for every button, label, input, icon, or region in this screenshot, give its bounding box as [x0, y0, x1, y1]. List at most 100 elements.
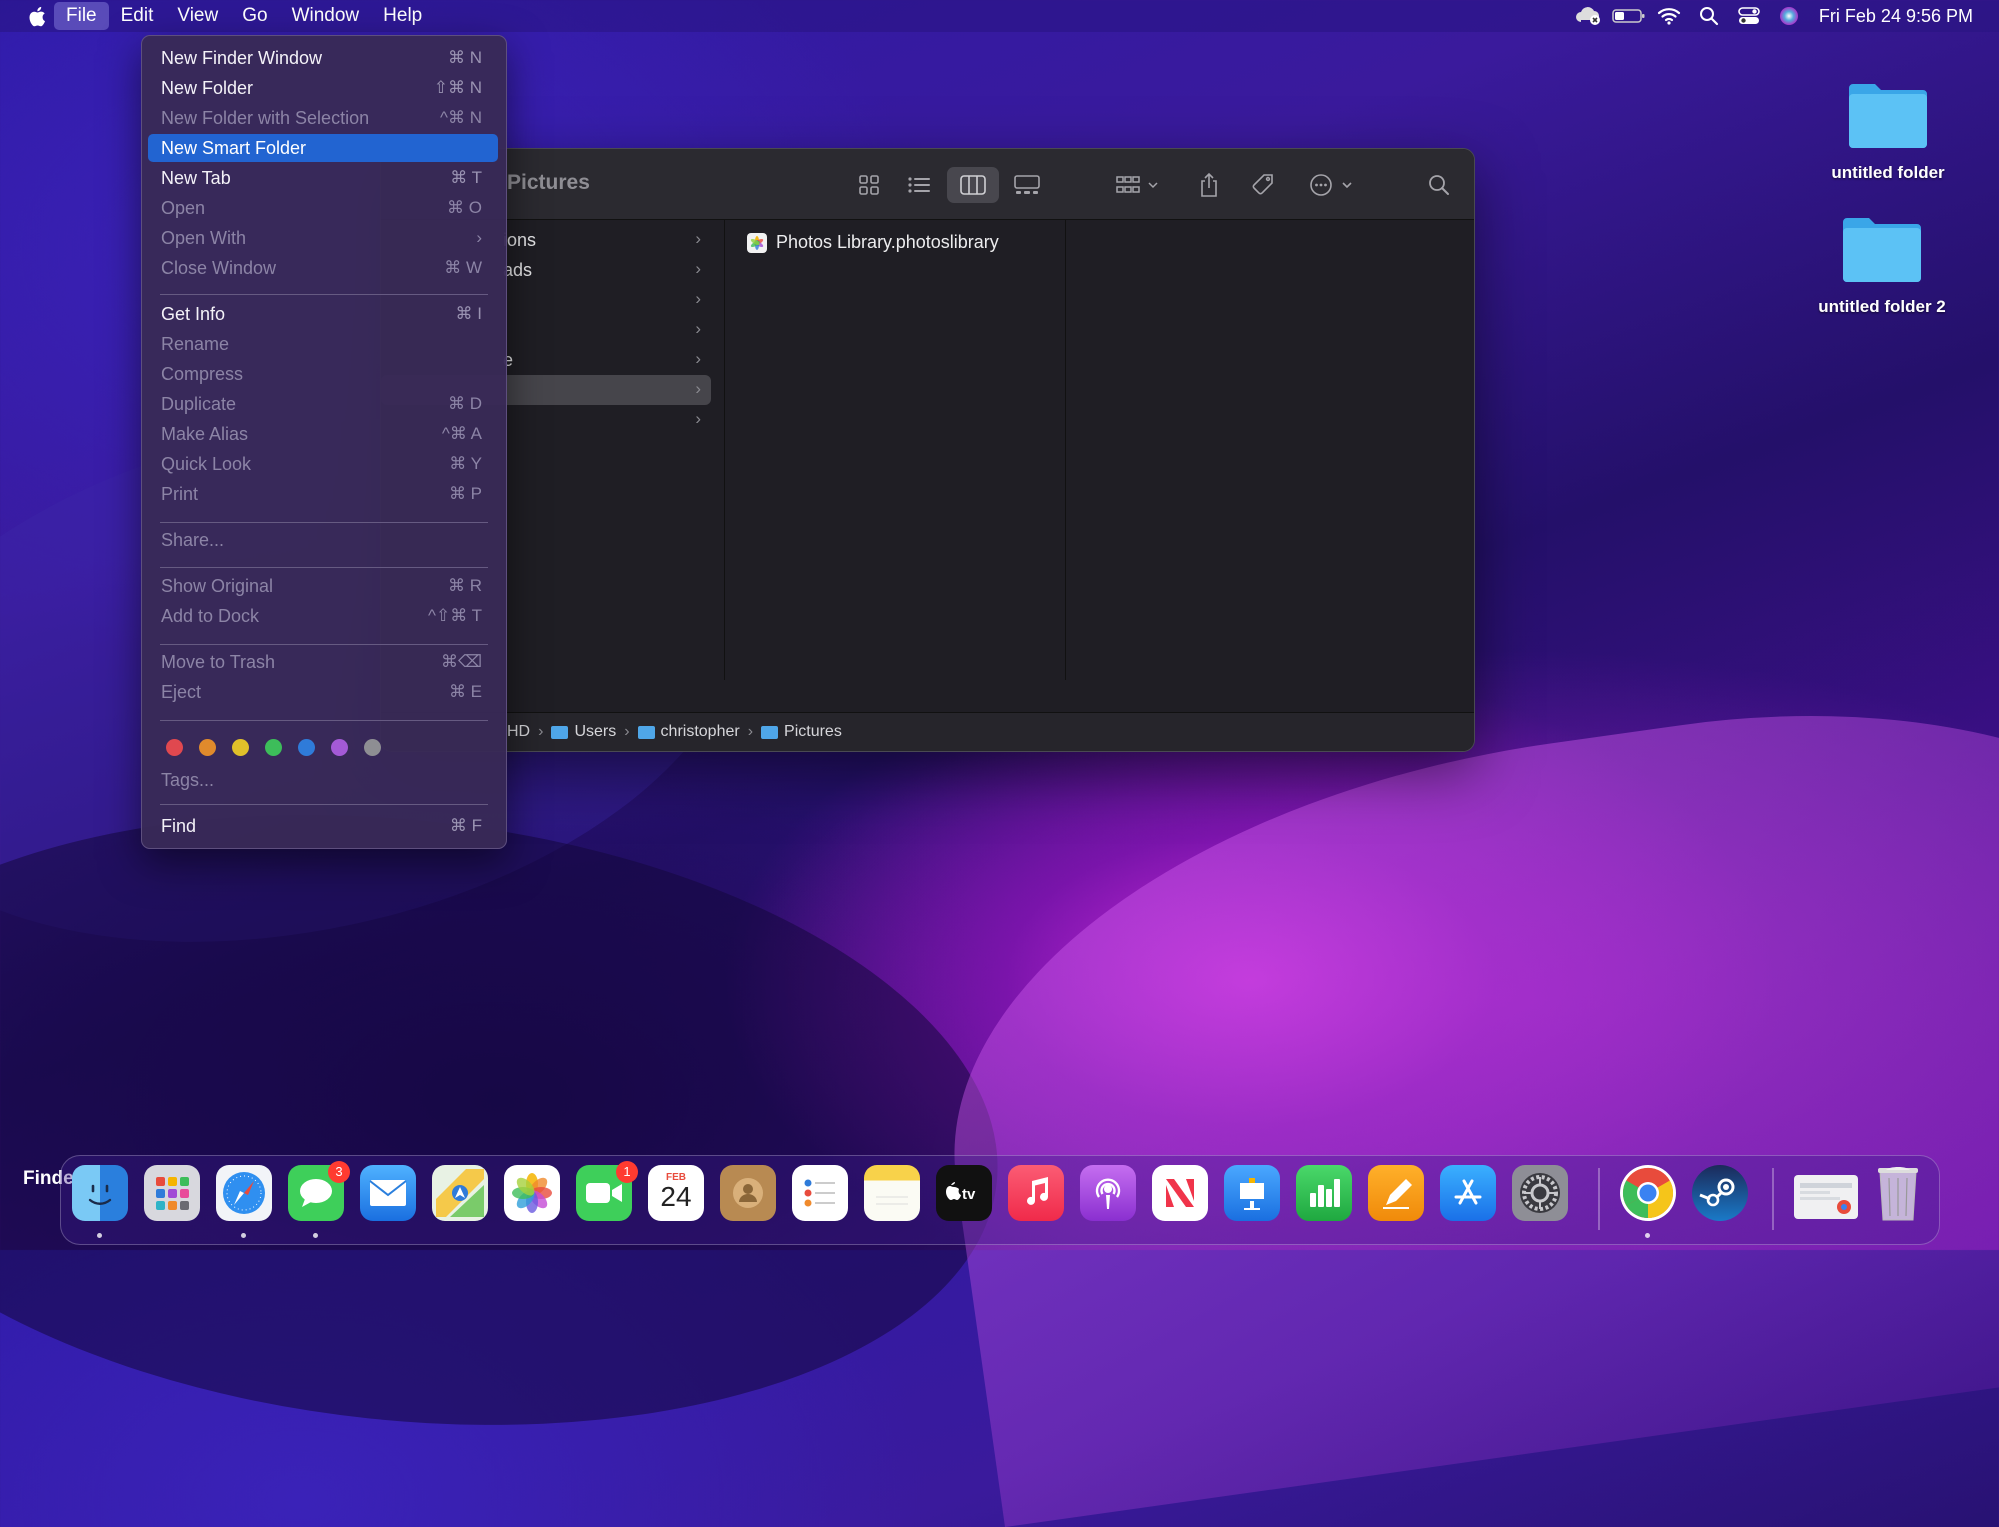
icon-view-icon[interactable] [851, 167, 887, 203]
downloads-stack-icon[interactable] [1794, 1175, 1858, 1219]
dock-separator [1772, 1168, 1774, 1230]
menu-item-get-info[interactable]: Get Info ⌘ I [148, 300, 498, 328]
battery-icon[interactable] [1609, 0, 1649, 32]
menu-item-compress[interactable]: Compress [148, 360, 498, 388]
menu-item-move-to-trash[interactable]: Move to Trash ⌘⌫ [148, 648, 498, 676]
path-item[interactable]: Users [551, 723, 616, 741]
menu-item-tags[interactable]: Tags... [148, 766, 498, 794]
folder-icon [1843, 218, 1921, 282]
menu-item-open-with[interactable]: Open With › [148, 224, 498, 252]
path-separator-icon: › [538, 723, 544, 740]
tv-icon[interactable]: tv [936, 1165, 992, 1221]
menu-item-open[interactable]: Open ⌘ O [148, 194, 498, 222]
menu-item-new-folder-with-selection[interactable]: New Folder with Selection ^⌘ N [148, 104, 498, 132]
menubar-clock[interactable]: Fri Feb 24 9:56 PM [1819, 6, 1973, 27]
keynote-icon[interactable] [1224, 1165, 1280, 1221]
path-separator-icon: › [624, 723, 630, 740]
menu-edit[interactable]: Edit [109, 2, 166, 30]
control-center-icon[interactable] [1729, 0, 1769, 32]
app-store-icon[interactable] [1440, 1165, 1496, 1221]
spotlight-search-icon[interactable] [1689, 0, 1729, 32]
path-bar: HD › Users › christopher › Pictures [381, 712, 1474, 751]
pictures-column: Photos Library.photoslibrary [725, 220, 1066, 680]
menu-item-share[interactable]: Share... [148, 526, 498, 554]
file-name: Photos Library.photoslibrary [776, 232, 999, 252]
list-view-icon[interactable] [901, 167, 937, 203]
tag-icon[interactable] [1245, 167, 1281, 203]
tag-color-yellow[interactable] [232, 739, 249, 756]
running-indicator [1645, 1233, 1650, 1238]
tag-color-purple[interactable] [331, 739, 348, 756]
menu-view[interactable]: View [165, 2, 230, 30]
file-item[interactable]: Photos Library.photoslibrary [747, 232, 999, 253]
chevron-right-icon: › [695, 259, 701, 278]
running-indicator [241, 1233, 246, 1238]
menu-go[interactable]: Go [230, 2, 279, 30]
safari-icon[interactable] [216, 1165, 272, 1221]
desktop-folder-label: untitled folder 2 [1818, 297, 1946, 316]
calendar-icon[interactable]: FEB 24 [648, 1165, 704, 1221]
path-item[interactable]: christopher [637, 723, 740, 741]
launchpad-icon[interactable] [144, 1165, 200, 1221]
menu-item-show-original[interactable]: Show Original ⌘ R [148, 572, 498, 600]
menu-help[interactable]: Help [371, 2, 434, 30]
folder-icon [637, 725, 655, 739]
notes-icon[interactable] [864, 1165, 920, 1221]
path-item[interactable]: HD [507, 723, 530, 741]
tag-color-blue[interactable] [298, 739, 315, 756]
menu-item-close-window[interactable]: Close Window ⌘ W [148, 254, 498, 282]
tag-color-red[interactable] [166, 739, 183, 756]
mail-icon[interactable] [360, 1165, 416, 1221]
icloud-sync-icon[interactable] [1569, 0, 1609, 32]
tag-color-green[interactable] [265, 739, 282, 756]
news-icon[interactable] [1152, 1165, 1208, 1221]
menu-item-print[interactable]: Print ⌘ P [148, 480, 498, 508]
menu-item-rename[interactable]: Rename [148, 330, 498, 358]
tag-color-gray[interactable] [364, 739, 381, 756]
more-actions-icon[interactable] [1305, 167, 1361, 203]
chrome-icon[interactable] [1620, 1165, 1676, 1221]
menu-item-quick-look[interactable]: Quick Look ⌘ Y [148, 450, 498, 478]
chevron-right-icon: › [695, 349, 701, 368]
wifi-icon[interactable] [1649, 0, 1689, 32]
menu-separator [160, 522, 488, 523]
photos-icon[interactable] [504, 1165, 560, 1221]
apple-menu-icon[interactable] [20, 0, 54, 32]
menu-window[interactable]: Window [280, 2, 372, 30]
maps-icon[interactable] [432, 1165, 488, 1221]
chevron-right-icon: › [695, 289, 701, 308]
pages-icon[interactable] [1368, 1165, 1424, 1221]
group-by-icon[interactable] [1111, 167, 1167, 203]
numbers-icon[interactable] [1296, 1165, 1352, 1221]
menu-bar: Finder File Edit View Go Window Help Fri… [0, 0, 1999, 1189]
trash-icon[interactable] [1870, 1165, 1926, 1221]
path-item[interactable]: Pictures [761, 723, 842, 741]
tag-color-orange[interactable] [199, 739, 216, 756]
menu-item-new-folder[interactable]: New Folder ⇧⌘ N [148, 74, 498, 102]
gallery-view-icon[interactable] [1007, 167, 1047, 203]
siri-icon[interactable] [1769, 0, 1809, 32]
menu-item-eject[interactable]: Eject ⌘ E [148, 678, 498, 706]
system-settings-icon[interactable] [1512, 1165, 1568, 1221]
menu-file[interactable]: File [54, 2, 109, 30]
menu-item-new-smart-folder[interactable]: New Smart Folder [148, 134, 498, 162]
menu-item-duplicate[interactable]: Duplicate ⌘ D [148, 390, 498, 418]
desktop-folder[interactable]: untitled folder 2 [1802, 212, 1962, 317]
column-view-icon[interactable] [947, 167, 999, 203]
folder-icon [1849, 84, 1927, 148]
podcasts-icon[interactable] [1080, 1165, 1136, 1221]
music-icon[interactable] [1008, 1165, 1064, 1221]
menu-item-find[interactable]: Find ⌘ F [148, 812, 498, 840]
menu-item-new-tab[interactable]: New Tab ⌘ T [148, 164, 498, 192]
desktop-folder[interactable]: untitled folder [1808, 78, 1968, 183]
search-icon[interactable] [1421, 167, 1457, 203]
menu-item-add-to-dock[interactable]: Add to Dock ^⇧⌘ T [148, 602, 498, 630]
steam-icon[interactable] [1692, 1165, 1748, 1221]
finder-icon[interactable] [72, 1165, 128, 1221]
share-icon[interactable] [1191, 167, 1227, 203]
reminders-icon[interactable] [792, 1165, 848, 1221]
menu-separator [160, 720, 488, 721]
menu-item-make-alias[interactable]: Make Alias ^⌘ A [148, 420, 498, 448]
menu-item-new-finder-window[interactable]: New Finder Window ⌘ N [148, 44, 498, 72]
contacts-icon[interactable] [720, 1165, 776, 1221]
